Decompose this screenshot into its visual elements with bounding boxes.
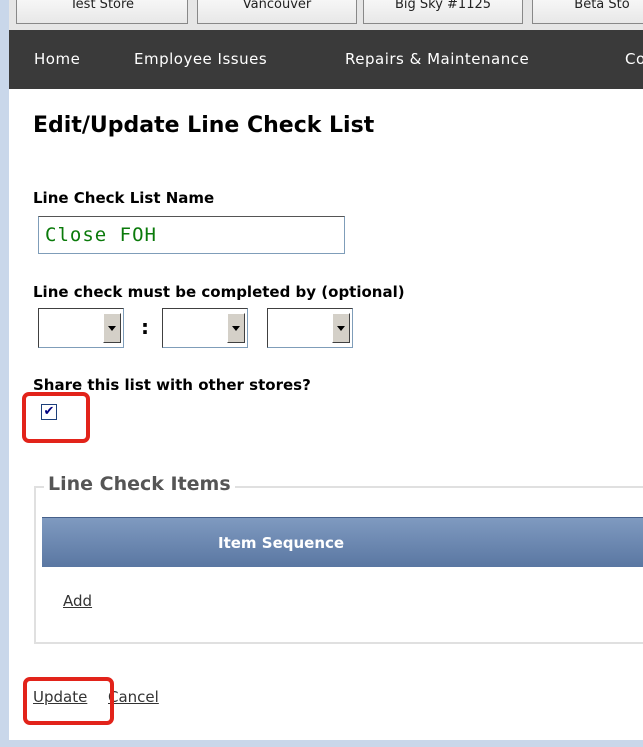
store-tab[interactable]: Vancouver [197, 0, 357, 24]
list-name-input[interactable] [38, 216, 345, 254]
nav-item-employee-issues[interactable]: Employee Issues [134, 50, 267, 68]
main-nav: Home Employee Issues Repairs & Maintenan… [9, 30, 643, 89]
nav-item-home[interactable]: Home [34, 50, 80, 68]
chevron-down-icon[interactable] [103, 313, 121, 343]
minute-select[interactable] [162, 308, 248, 348]
chevron-down-icon[interactable] [332, 313, 350, 343]
nav-item-co[interactable]: Co [625, 50, 643, 68]
page-title: Edit/Update Line Check List [33, 113, 375, 138]
update-link[interactable]: Update [33, 688, 87, 706]
nav-item-repairs-maintenance[interactable]: Repairs & Maintenance [345, 50, 529, 68]
ampm-select[interactable] [267, 308, 353, 348]
add-item-link[interactable]: Add [63, 592, 92, 610]
chevron-down-icon[interactable] [227, 313, 245, 343]
share-label: Share this list with other stores? [33, 376, 311, 394]
completed-by-label: Line check must be completed by (optiona… [33, 283, 405, 301]
share-checkbox[interactable]: ✔ [41, 404, 57, 420]
items-table-header: Item Sequence [42, 517, 643, 567]
time-separator: : [141, 315, 149, 339]
bottom-bar [0, 740, 643, 747]
hour-select[interactable] [38, 308, 124, 348]
store-tab-bar: Test Store Vancouver Big Sky #1125 Beta … [9, 0, 643, 30]
left-gutter [0, 0, 9, 747]
item-sequence-column-header[interactable]: Item Sequence [218, 518, 344, 568]
checkmark-icon: ✔ [43, 404, 55, 419]
line-check-items-legend: Line Check Items [44, 473, 235, 495]
cancel-link[interactable]: Cancel [108, 688, 159, 706]
list-name-label: Line Check List Name [33, 189, 215, 207]
store-tab[interactable]: Test Store [16, 0, 188, 24]
store-tab[interactable]: Big Sky #1125 [363, 0, 523, 24]
store-tab[interactable]: Beta Sto [532, 0, 643, 24]
